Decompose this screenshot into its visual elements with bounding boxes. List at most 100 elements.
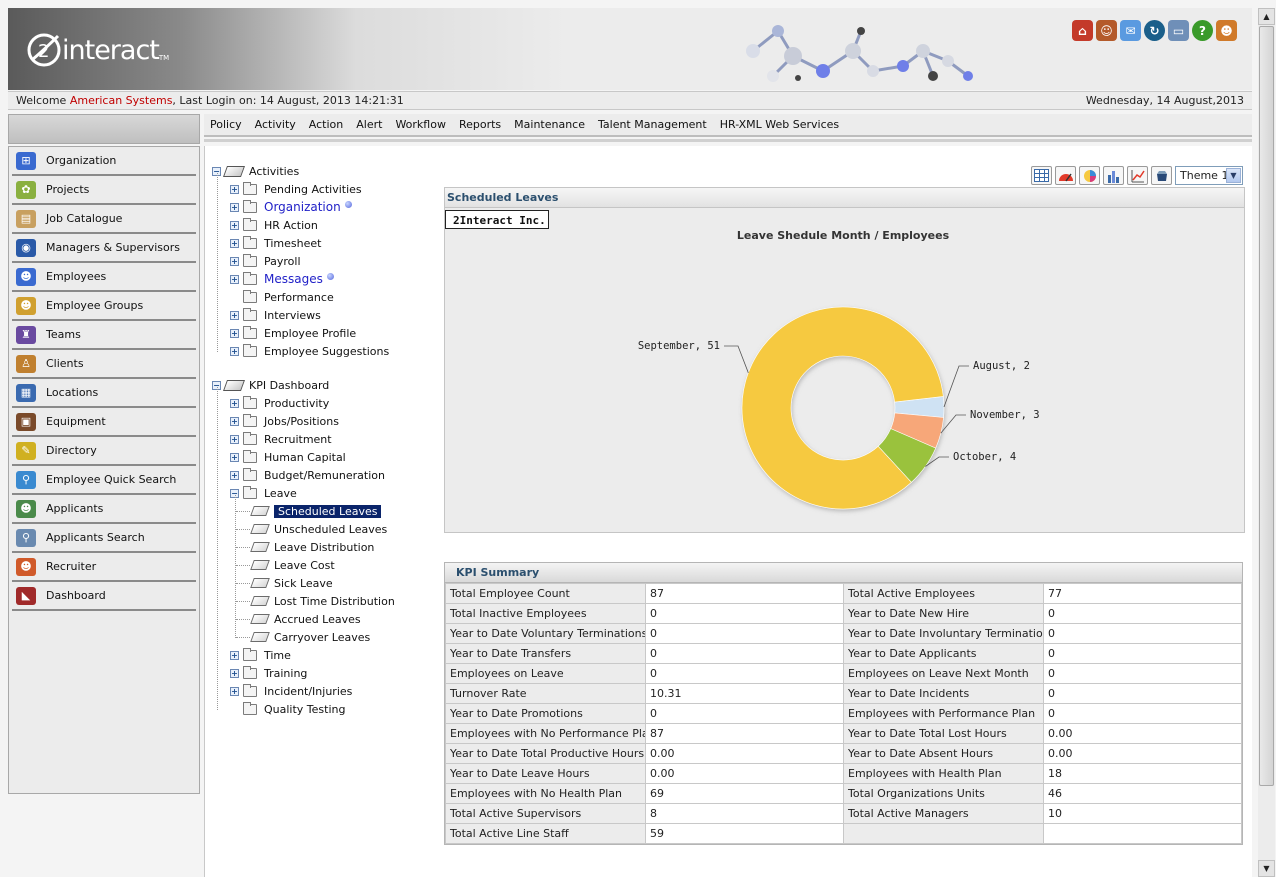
mail-icon[interactable]: ✉ [1120,20,1141,41]
tree-node-activities[interactable]: − Activities [212,163,299,179]
sidebar-item-dashboard[interactable]: ◣ Dashboard [12,582,196,611]
tree-node-training[interactable]: + Training [230,665,307,681]
tree-label[interactable]: Scheduled Leaves [274,504,382,518]
tree-node-unscheduled-leaves[interactable]: Unscheduled Leaves [250,521,387,537]
sidebar-item-employee-quick-search[interactable]: ⚲ Employee Quick Search [12,466,196,495]
scroll-thumb[interactable] [1259,26,1274,786]
sidebar-item-locations[interactable]: ▦ Locations [12,379,196,408]
tree-label[interactable]: Messages [264,272,323,286]
tree-label[interactable]: Lost Time Distribution [274,595,395,608]
tree-node-timesheet[interactable]: + Timesheet [230,235,321,251]
gauge-chart-icon[interactable] [1055,166,1076,185]
tree-node-jobs-positions[interactable]: + Jobs/Positions [230,413,339,429]
tree-label[interactable]: Human Capital [264,451,346,464]
expand-icon[interactable]: + [230,238,239,248]
tree-node-messages[interactable]: + Messages [230,271,334,287]
tree-node-interviews[interactable]: + Interviews [230,307,321,323]
tree-label[interactable]: Leave [264,487,297,500]
expand-icon[interactable]: + [230,686,239,696]
tree-node-accrued-leaves[interactable]: Accrued Leaves [250,611,361,627]
expand-icon[interactable]: + [230,274,239,284]
menu-workflow[interactable]: Workflow [395,118,446,131]
pie-chart-icon[interactable] [1079,166,1100,185]
tree-label[interactable]: Carryover Leaves [274,631,370,644]
tree-label[interactable]: Organization [264,200,341,214]
tree-label[interactable]: HR Action [264,219,318,232]
computer-icon[interactable]: ▭ [1168,20,1189,41]
tree-label[interactable]: Recruitment [264,433,332,446]
export-icon[interactable] [1151,166,1172,185]
sidebar-item-projects[interactable]: ✿ Projects [12,176,196,205]
tree-node-budget-remuneration[interactable]: + Budget/Remuneration [230,467,385,483]
sidebar-item-directory[interactable]: ✎ Directory [12,437,196,466]
menu-reports[interactable]: Reports [459,118,501,131]
line-chart-icon[interactable] [1127,166,1148,185]
expand-icon[interactable]: + [230,310,239,320]
expand-icon[interactable]: + [230,452,239,462]
tree-label[interactable]: Jobs/Positions [264,415,339,428]
expand-icon[interactable]: + [230,668,239,678]
sidebar-item-teams[interactable]: ♜ Teams [12,321,196,350]
tree-node-employee-suggestions[interactable]: + Employee Suggestions [230,343,389,359]
help-icon[interactable]: ? [1192,20,1213,41]
menu-activity[interactable]: Activity [255,118,296,131]
sidebar-item-employee-groups[interactable]: ☻ Employee Groups [12,292,196,321]
vertical-scrollbar[interactable]: ▲ ▼ [1258,8,1275,877]
expand-icon[interactable]: + [230,470,239,480]
tree-node-scheduled-leaves[interactable]: Scheduled Leaves [250,503,382,519]
tree-node-employee-profile[interactable]: + Employee Profile [230,325,356,341]
sidebar-item-managers-supervisors[interactable]: ◉ Managers & Supervisors [12,234,196,263]
sidebar-item-organization[interactable]: ⊞ Organization [12,147,196,176]
tree-label[interactable]: Pending Activities [264,183,362,196]
tree-label[interactable]: Performance [264,291,334,304]
expand-icon[interactable]: + [230,202,239,212]
tree-label[interactable]: Activities [249,165,299,178]
tree-label[interactable]: KPI Dashboard [249,379,329,392]
chevron-down-icon[interactable]: ▼ [1226,168,1241,183]
tree-node-organization[interactable]: + Organization [230,199,352,215]
tree-node-leave[interactable]: − Leave [230,485,297,501]
menu-policy[interactable]: Policy [210,118,242,131]
tree-label[interactable]: Budget/Remuneration [264,469,385,482]
user-icon[interactable]: ☺ [1096,20,1117,41]
table-view-icon[interactable] [1031,166,1052,185]
tree-label[interactable]: Accrued Leaves [274,613,361,626]
menu-maintenance[interactable]: Maintenance [514,118,585,131]
tree-label[interactable]: Time [264,649,291,662]
tree-label[interactable]: Unscheduled Leaves [274,523,387,536]
tree-node-lost-time-distribution[interactable]: Lost Time Distribution [250,593,395,609]
expand-icon[interactable]: + [230,256,239,266]
interact-logo[interactable]: 2 interact TM [24,28,169,72]
tree-label[interactable]: Productivity [264,397,329,410]
tree-node-pending-activities[interactable]: + Pending Activities [230,181,362,197]
expand-icon[interactable]: + [230,328,239,338]
scroll-up-arrow-icon[interactable]: ▲ [1258,8,1275,25]
theme-select[interactable]: Theme 1 ▼ [1175,166,1243,185]
sidebar-item-equipment[interactable]: ▣ Equipment [12,408,196,437]
tree-node-quality-testing[interactable]: Quality Testing [230,701,345,717]
tree-node-leave-cost[interactable]: Leave Cost [250,557,335,573]
sidebar-item-recruiter[interactable]: ☻ Recruiter [12,553,196,582]
tree-node-human-capital[interactable]: + Human Capital [230,449,346,465]
sidebar-item-applicants[interactable]: ☻ Applicants [12,495,196,524]
sidebar-item-job-catalogue[interactable]: ▤ Job Catalogue [12,205,196,234]
tree-node-time[interactable]: + Time [230,647,291,663]
expand-icon[interactable]: + [230,184,239,194]
tree-label[interactable]: Quality Testing [264,703,345,716]
tree-node-payroll[interactable]: + Payroll [230,253,301,269]
menu-alert[interactable]: Alert [356,118,382,131]
menu-talent-management[interactable]: Talent Management [598,118,707,131]
menu-hr-xml-web-services[interactable]: HR-XML Web Services [720,118,839,131]
tree-label[interactable]: Payroll [264,255,301,268]
tree-node-incident-injuries[interactable]: + Incident/Injuries [230,683,352,699]
tree-node-productivity[interactable]: + Productivity [230,395,329,411]
home-icon[interactable]: ⌂ [1072,20,1093,41]
sidebar-item-applicants-search[interactable]: ⚲ Applicants Search [12,524,196,553]
sidebar-item-employees[interactable]: ☻ Employees [12,263,196,292]
refresh-icon[interactable]: ↻ [1144,20,1165,41]
tree-label[interactable]: Leave Cost [274,559,335,572]
tree-label[interactable]: Training [264,667,307,680]
logout-user-icon[interactable]: ☻ [1216,20,1237,41]
tree-label[interactable]: Timesheet [264,237,321,250]
tree-node-kpi-dashboard[interactable]: − KPI Dashboard [212,377,329,393]
